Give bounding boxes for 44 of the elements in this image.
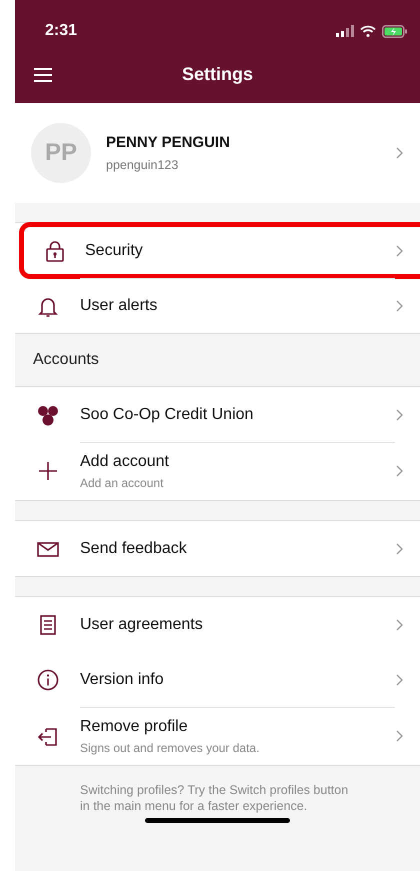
info-icon: [36, 668, 58, 690]
menu-icon: [34, 68, 52, 82]
settings-row[interactable]: Remove profile Signs out and removes your data.: [15, 707, 420, 765]
lock-icon: [44, 240, 66, 262]
settings-row[interactable]: Security: [20, 223, 420, 278]
section-header: Accounts: [32, 350, 100, 370]
row-label: Remove profile: [80, 718, 189, 736]
wifi-icon: [360, 25, 376, 37]
chevron-right-icon: [395, 408, 404, 422]
chevron-right-icon: [395, 729, 404, 743]
exit-icon: [36, 725, 58, 747]
settings-row[interactable]: Add account Add an account: [15, 442, 420, 500]
footer-note: Switching profiles? Try the Switch profiles button in the main menu for a faster experience.: [80, 782, 350, 814]
avatar-initials: PP: [31, 123, 91, 183]
row-label: User agreements: [80, 616, 204, 634]
chevron-right-icon: [395, 298, 404, 312]
settings-row[interactable]: User alerts: [15, 278, 420, 333]
circles-logo-icon: [36, 404, 58, 426]
chevron-right-icon: [395, 244, 404, 258]
chevron-right-icon: [395, 146, 404, 160]
row-label: Send feedback: [80, 540, 188, 558]
status-time: 2:31: [45, 22, 78, 40]
settings-row[interactable]: Soo Co-Op Credit Union: [15, 387, 420, 442]
battery-charging-icon: [382, 24, 408, 38]
row-label: Security: [85, 242, 144, 260]
row-subtitle: Signs out and removes your data.: [80, 741, 260, 755]
chevron-right-icon: [395, 464, 404, 478]
signal-icon: [336, 25, 354, 37]
profile-row[interactable]: PP PENNY PENGUIN ppenguin123: [15, 103, 420, 203]
row-label: User alerts: [80, 297, 158, 315]
profile-name: PENNY PENGUIN: [106, 134, 231, 151]
row-label: Version info: [80, 670, 165, 688]
profile-username: ppenguin123: [106, 158, 180, 172]
settings-row[interactable]: User agreements: [15, 597, 420, 652]
chevron-right-icon: [395, 618, 404, 632]
row-label: Add account: [80, 453, 170, 471]
chevron-right-icon: [395, 542, 404, 556]
settings-row[interactable]: Send feedback: [15, 521, 420, 576]
row-subtitle: Add an account: [80, 476, 164, 490]
screen-title: Settings: [180, 64, 254, 85]
row-label: Soo Co-Op Credit Union: [80, 406, 254, 424]
chevron-right-icon: [395, 672, 404, 686]
settings-row[interactable]: Version info: [15, 652, 420, 707]
plus-icon: [36, 460, 58, 482]
